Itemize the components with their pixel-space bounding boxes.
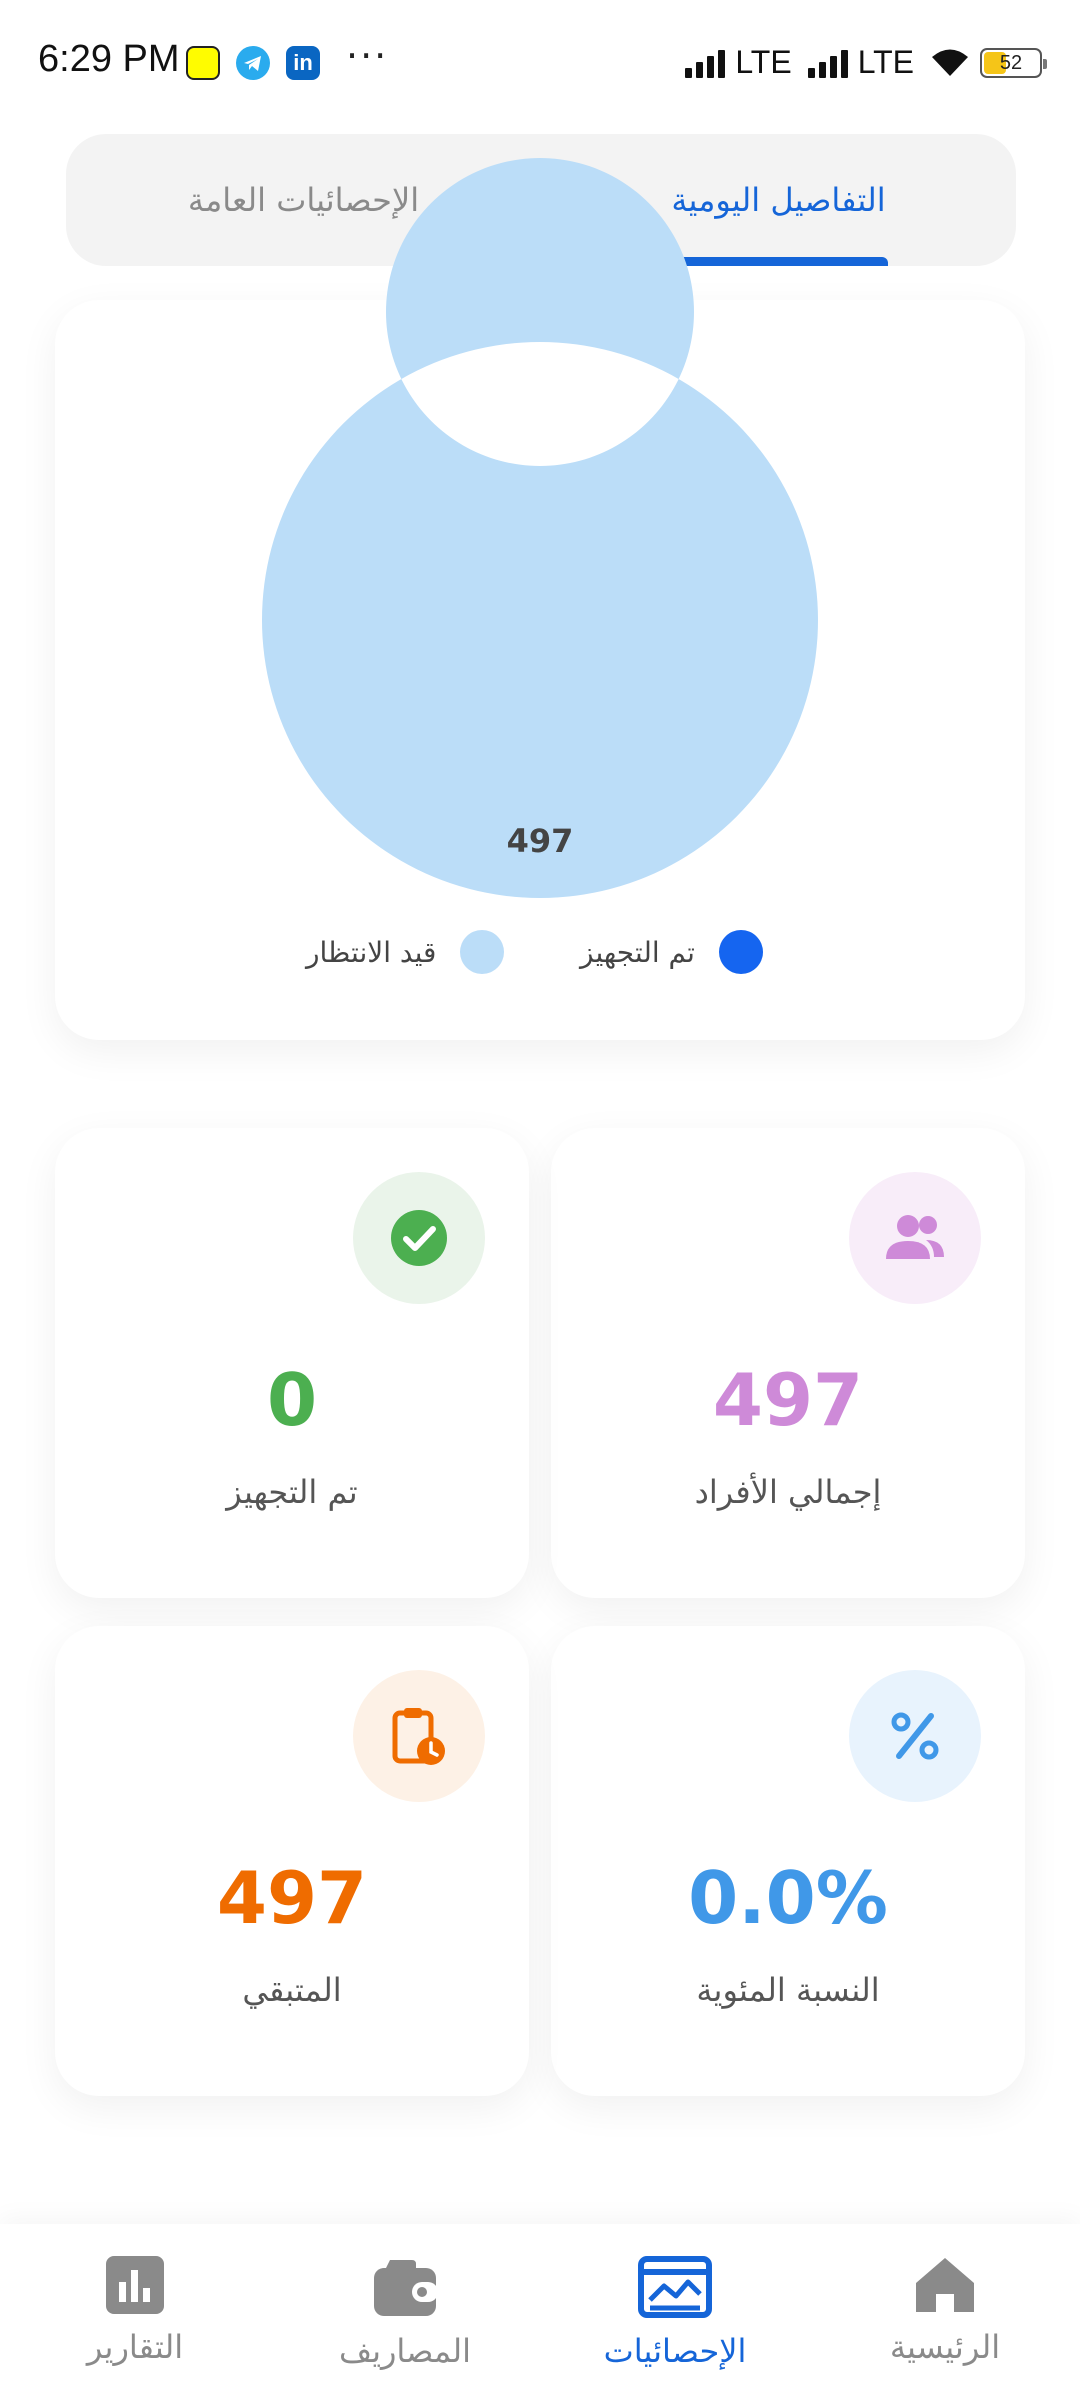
stat-icon-bg [353,1172,485,1304]
donut-chart: 497 [261,158,818,899]
nav-item-reports[interactable]: التقارير [0,2224,270,2400]
stat-value-percentage: 0.0% [688,1856,888,1940]
nav-label-reports: التقارير [86,2328,184,2366]
stat-card-total-members[interactable]: 497 إجمالي الأفراد [551,1128,1025,1598]
wallet-icon [374,2260,438,2316]
stat-label-prepared: تم التجهيز [226,1473,358,1511]
legend-swatch-pending [460,930,505,974]
bottom-navigation: الرئيسية الإحصائيات المصاريف التقارير [0,2224,1080,2400]
legend-item-prepared[interactable]: تم التجهيز [580,930,763,974]
stat-icon-bg [849,1172,981,1304]
legend-item-pending[interactable]: قيد الانتظار [306,930,505,974]
stat-value-prepared: 0 [266,1358,318,1442]
percent-icon [891,1712,939,1760]
nav-label-statistics: الإحصائيات [603,2332,747,2370]
donut-slice-pending[interactable] [261,158,818,899]
nav-item-home[interactable]: الرئيسية [810,2224,1080,2400]
statistics-icon [638,2256,712,2318]
stat-label-remaining: المتبقي [242,1971,342,2009]
nav-item-expenses[interactable]: المصاريف [270,2224,540,2400]
bar-chart-icon [106,2256,164,2314]
stat-label-total-members: إجمالي الأفراد [694,1473,882,1511]
home-icon [916,2258,974,2312]
nav-label-expenses: المصاريف [338,2332,472,2370]
clipboard-clock-icon [392,1708,445,1765]
nav-label-home: الرئيسية [889,2328,1001,2366]
stat-card-percentage[interactable]: 0.0% النسبة المئوية [551,1626,1025,2096]
chart-legend: تم التجهيز قيد الانتظار [0,930,1080,980]
nav-item-statistics[interactable]: الإحصائيات [540,2224,810,2400]
stat-icon-bg [849,1670,981,1802]
stat-card-prepared[interactable]: 0 تم التجهيز [55,1128,529,1598]
stat-label-percentage: النسبة المئوية [696,1971,880,2009]
donut-data-label: 497 [507,822,574,860]
stat-card-remaining[interactable]: 497 المتبقي [55,1626,529,2096]
stat-value-remaining: 497 [216,1856,368,1940]
people-icon [886,1215,944,1259]
legend-swatch-prepared [718,930,763,974]
check-circle-icon [391,1210,447,1266]
legend-label-prepared: تم التجهيز [580,935,695,969]
stat-value-total-members: 497 [712,1358,864,1442]
stat-icon-bg [353,1670,485,1802]
legend-label-pending: قيد الانتظار [306,935,437,969]
